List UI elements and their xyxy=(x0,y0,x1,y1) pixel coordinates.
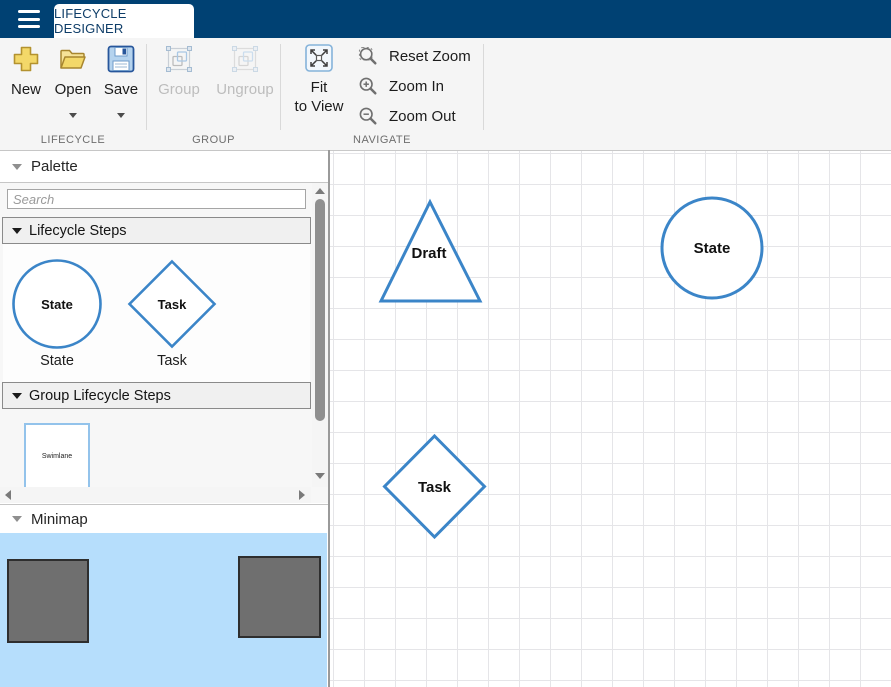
new-plus-icon xyxy=(11,44,41,74)
swimlane-card-text: Swimlane xyxy=(42,453,72,460)
palette-item-caption-state: State xyxy=(11,353,103,369)
minimap-viewport[interactable] xyxy=(0,533,327,687)
section-header-group-lifecycle-steps[interactable]: Group Lifecycle Steps xyxy=(2,382,311,409)
section-collapse-icon xyxy=(12,228,22,234)
open-dropdown-button[interactable] xyxy=(49,108,97,122)
group-button[interactable]: Group xyxy=(150,44,208,98)
vertical-scrollbar-thumb[interactable] xyxy=(315,199,325,421)
section-label-group: GROUP xyxy=(147,133,280,148)
canvas-node-task[interactable]: Task xyxy=(380,431,490,542)
group-icon xyxy=(164,44,194,74)
zoom-out-icon xyxy=(358,106,378,126)
save-button-label: Save xyxy=(104,81,138,98)
section-label: Group Lifecycle Steps xyxy=(29,388,171,404)
section-label-lifecycle: LIFECYCLE xyxy=(0,133,146,148)
zoom-in-label: Zoom In xyxy=(389,78,444,95)
zoom-out-label: Zoom Out xyxy=(389,108,456,125)
palette-item-task[interactable]: Task xyxy=(126,258,218,350)
minimap-title: Minimap xyxy=(31,511,88,528)
section-label: Lifecycle Steps xyxy=(29,223,127,239)
minimap-panel-header[interactable]: Minimap xyxy=(0,505,328,533)
open-folder-icon xyxy=(58,44,88,74)
new-button[interactable]: New xyxy=(4,44,48,98)
save-floppy-icon xyxy=(106,44,136,74)
ribbon-separator xyxy=(280,44,281,130)
scroll-down-icon[interactable] xyxy=(315,473,325,479)
section-label-navigate: NAVIGATE xyxy=(281,133,483,148)
group-button-label: Group xyxy=(158,81,200,98)
chevron-down-icon xyxy=(117,113,125,118)
open-button[interactable]: Open xyxy=(49,44,97,98)
open-button-label: Open xyxy=(55,81,92,98)
palette-item-swimlane[interactable]: Swimlane xyxy=(24,423,90,489)
palette-panel-header[interactable]: Palette xyxy=(0,151,328,182)
ungroup-icon xyxy=(230,44,260,74)
zoom-in-icon xyxy=(358,76,378,96)
collapse-arrow-icon xyxy=(12,516,22,522)
title-bar: LIFECYCLE DESIGNER xyxy=(0,0,891,38)
tab-lifecycle-designer[interactable]: LIFECYCLE DESIGNER xyxy=(54,4,194,38)
palette-vertical-scrollbar[interactable] xyxy=(312,183,328,487)
reset-zoom-icon xyxy=(358,46,378,66)
chevron-down-icon xyxy=(69,113,77,118)
tab-label: LIFECYCLE DESIGNER xyxy=(54,6,194,36)
minimap-node[interactable] xyxy=(7,559,89,643)
save-dropdown-button[interactable] xyxy=(98,108,144,122)
fit-to-view-icon xyxy=(305,44,333,72)
reset-zoom-button[interactable]: Reset Zoom xyxy=(358,45,480,67)
task-shape-text: Task xyxy=(158,297,187,312)
fit-to-view-button[interactable]: Fit to View xyxy=(288,44,350,116)
ribbon-separator xyxy=(483,44,484,130)
ungroup-button-label: Ungroup xyxy=(216,81,274,98)
palette-title: Palette xyxy=(31,158,78,175)
scroll-left-icon[interactable] xyxy=(5,490,11,500)
zoom-in-button[interactable]: Zoom In xyxy=(358,75,480,97)
section-collapse-icon xyxy=(12,393,22,399)
draft-node-label: Draft xyxy=(411,245,446,262)
canvas-node-state[interactable]: State xyxy=(657,193,767,303)
zoom-out-button[interactable]: Zoom Out xyxy=(358,105,480,127)
state-node-label: State xyxy=(694,240,731,257)
palette-search-input[interactable] xyxy=(7,189,306,209)
task-node-label: Task xyxy=(418,479,452,496)
palette-horizontal-scrollbar[interactable] xyxy=(0,487,311,503)
hamburger-menu-button[interactable] xyxy=(14,8,44,30)
collapse-arrow-icon xyxy=(12,164,22,170)
fit-to-view-label-line2: to View xyxy=(295,97,344,116)
app-window: LIFECYCLE DESIGNER New Open xyxy=(0,0,891,687)
new-button-label: New xyxy=(11,81,41,98)
fit-to-view-label-line1: Fit xyxy=(295,78,344,97)
ribbon-separator xyxy=(146,44,147,130)
reset-zoom-label: Reset Zoom xyxy=(389,48,471,65)
scroll-right-icon[interactable] xyxy=(299,490,305,500)
hamburger-icon xyxy=(18,10,40,13)
canvas-node-draft[interactable]: Draft xyxy=(372,194,488,308)
ungroup-button[interactable]: Ungroup xyxy=(211,44,279,98)
toolstrip-ribbon: New Open Save LIF xyxy=(0,38,891,151)
minimap-node[interactable] xyxy=(238,556,321,638)
state-shape-text: State xyxy=(41,297,73,312)
section-header-lifecycle-steps[interactable]: Lifecycle Steps xyxy=(2,217,311,244)
scroll-up-icon[interactable] xyxy=(315,188,325,194)
palette-item-caption-task: Task xyxy=(126,353,218,369)
palette-item-state[interactable]: State xyxy=(11,258,103,350)
save-button[interactable]: Save xyxy=(98,44,144,98)
